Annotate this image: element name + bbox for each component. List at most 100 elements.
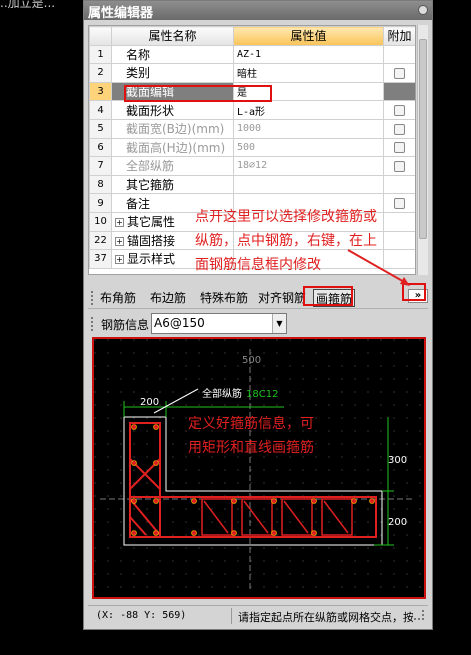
row-number: 5 [89, 118, 112, 139]
row-number: 22 [89, 230, 112, 251]
corner-rebar-button[interactable]: 布角筋 [100, 289, 136, 307]
property-value-cell[interactable]: 18⌀12 [233, 156, 384, 176]
rebar-bar [153, 460, 159, 466]
extra-checkbox[interactable] [394, 198, 405, 210]
section-drawing: 500 200 300 200 全部纵筋 18C12 [94, 339, 424, 597]
property-name-cell[interactable]: 其它箍筋 [111, 174, 234, 195]
property-row[interactable]: 5 截面宽(B边)(mm) 1000 [89, 118, 415, 139]
property-row[interactable]: 7 全部纵筋 18⌀12 [89, 156, 415, 176]
rebar-info-value: A6@150 [154, 316, 205, 330]
right-lower-dimension-text: 200 [388, 517, 407, 528]
grid-dots [94, 339, 424, 597]
edge-rebar-button[interactable]: 布边筋 [150, 289, 186, 307]
extra-checkbox[interactable] [394, 142, 405, 154]
status-separator [231, 608, 232, 624]
rebar-bar [231, 530, 237, 536]
canvas-annotation-line-2: 用矩形和直线画箍筋 [188, 440, 314, 456]
property-value-cell[interactable]: 暗柱 [233, 63, 384, 83]
property-name-cell[interactable]: 截面形状 [111, 100, 234, 120]
extra-checkbox[interactable] [394, 123, 405, 135]
property-value-cell[interactable]: AZ-1 [233, 44, 384, 65]
property-name: 类别 [126, 66, 151, 81]
extra-cell [383, 249, 415, 269]
row-number: 3 [89, 81, 112, 102]
property-name-cell[interactable]: 名称 [111, 44, 234, 65]
expand-icon[interactable]: + [115, 236, 124, 246]
rebar-bar [131, 530, 137, 536]
right-upper-dimension-text: 300 [388, 455, 407, 466]
rebar-bar [311, 498, 317, 504]
leader-label-text: 全部纵筋 [202, 387, 242, 400]
rebar-bar [191, 498, 197, 504]
row-number: 8 [89, 174, 112, 195]
toolbar-grip[interactable] [91, 291, 94, 305]
title-bar[interactable]: 属性编辑器 [84, 1, 432, 21]
scrollbar-thumb[interactable] [419, 39, 427, 239]
row-number: 37 [89, 249, 112, 269]
leader-value-text: 18C12 [246, 389, 278, 400]
close-icon[interactable] [418, 5, 428, 15]
extra-cell [383, 81, 415, 102]
extra-cell [383, 174, 415, 195]
header-extra[interactable]: 附加 [383, 26, 415, 46]
status-message: 请指定起点所在纵筋或网格交点，按 [238, 611, 413, 624]
expand-icon[interactable]: + [115, 255, 124, 265]
rebar-info-select[interactable]: A6@150 ▼ [151, 313, 287, 334]
rebar-bar [311, 530, 317, 536]
extra-checkbox[interactable] [394, 105, 405, 117]
rebar-bar [369, 498, 375, 504]
rebar-info-row: 钢筋信息 A6@150 ▼ [88, 313, 428, 335]
row-grip[interactable] [91, 317, 94, 331]
property-row[interactable]: 2 类别 暗柱 [89, 63, 415, 83]
property-name-cell[interactable]: 截面宽(B边)(mm) [111, 118, 234, 139]
resize-grip-icon[interactable] [414, 610, 424, 620]
top-annotation-line-3: 面钢筋信息框内修改 [195, 257, 321, 273]
property-value-cell[interactable] [233, 174, 384, 195]
header-property-name[interactable]: 属性名称 [111, 26, 234, 46]
drawing-canvas[interactable]: 500 200 300 200 全部纵筋 18C12 定义好箍筋信息，可 用矩形… [92, 337, 426, 599]
status-bar: (X: -88 Y: 569) 请指定起点所在纵筋或网格交点，按 [88, 605, 428, 625]
special-rebar-button[interactable]: 特殊布筋 [200, 289, 248, 307]
highlight-more-button [402, 283, 426, 301]
highlight-section-edit [124, 85, 272, 102]
chevron-down-icon[interactable]: ▼ [272, 314, 286, 333]
property-value-cell[interactable]: 1000 [233, 118, 384, 139]
rebar-bar [131, 498, 137, 504]
rebar-info-label: 钢筋信息 [101, 318, 150, 332]
rebar-toolbar: 布角筋 布边筋 特殊布筋 对齐钢筋 画箍筋 » [88, 287, 428, 309]
property-name-cell[interactable]: 全部纵筋 [111, 156, 234, 176]
rebar-bar [191, 530, 197, 536]
property-value-cell[interactable]: 500 [233, 137, 384, 158]
extra-cell[interactable] [383, 100, 415, 120]
grid-scrollbar[interactable] [417, 25, 428, 275]
rebar-bar [131, 424, 137, 430]
extra-checkbox[interactable] [394, 67, 405, 79]
property-name: 截面形状 [126, 103, 175, 118]
top-annotation-line-1: 点开这里可以选择修改箍筋或 [195, 209, 377, 225]
property-value-cell[interactable]: L-a形 [233, 100, 384, 120]
header-property-value[interactable]: 属性值 [233, 26, 384, 46]
extra-cell[interactable] [383, 63, 415, 83]
extra-checkbox[interactable] [394, 160, 405, 172]
extra-cell[interactable] [383, 193, 415, 213]
property-name-cell[interactable]: 截面高(H边)(mm) [111, 137, 234, 158]
property-row[interactable]: 4 截面形状 L-a形 [89, 100, 415, 120]
property-row[interactable]: 6 截面高(H边)(mm) 500 [89, 137, 415, 158]
expand-icon[interactable]: + [115, 218, 124, 228]
window-title: 属性编辑器 [88, 6, 154, 21]
property-name-cell[interactable]: 类别 [111, 63, 234, 83]
highlight-draw-stirrup [303, 286, 353, 306]
coordinate-readout: (X: -88 Y: 569) [96, 610, 187, 621]
background-text: ..加立是... [0, 0, 56, 10]
extra-cell[interactable] [383, 118, 415, 139]
align-rebar-button[interactable]: 对齐钢筋 [258, 289, 306, 307]
property-name: 名称 [126, 47, 151, 62]
property-row[interactable]: 8 其它箍筋 [89, 174, 415, 195]
property-name: 截面高(H边)(mm) [126, 140, 226, 155]
extra-cell[interactable] [383, 137, 415, 158]
canvas-annotation-line-1: 定义好箍筋信息，可 [188, 416, 314, 432]
extra-cell[interactable] [383, 156, 415, 176]
property-row[interactable]: 1 名称 AZ-1 [89, 44, 415, 65]
rebar-bar [271, 530, 277, 536]
rebar-bar [131, 460, 137, 466]
